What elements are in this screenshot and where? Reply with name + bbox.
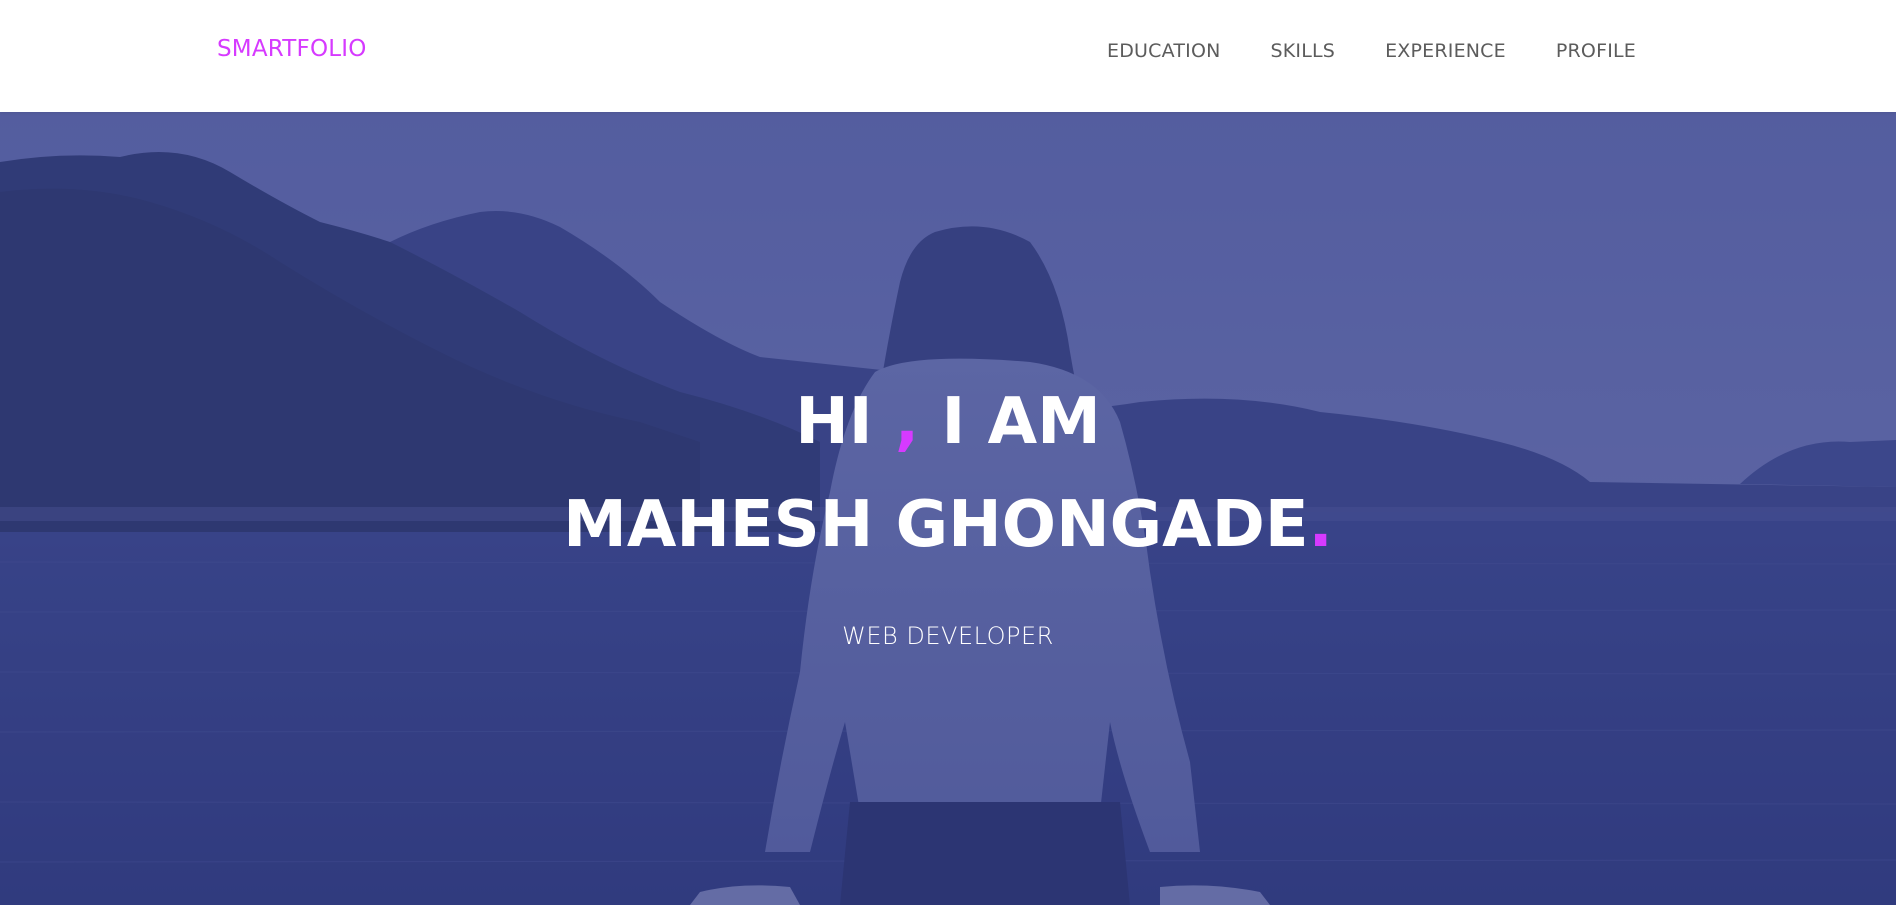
nav-link-experience[interactable]: EXPERIENCE bbox=[1385, 40, 1506, 62]
nav-link-profile[interactable]: PROFILE bbox=[1556, 40, 1636, 62]
brand-logo-link[interactable]: SMARTFOLIO bbox=[217, 36, 367, 62]
hero-name: MAHESH GHONGADE. bbox=[0, 493, 1896, 557]
nav-link-education[interactable]: EDUCATION bbox=[1107, 40, 1221, 62]
greeting-i-am: I AM bbox=[919, 385, 1101, 459]
hero-name-text: MAHESH GHONGADE bbox=[563, 488, 1309, 562]
hero-greeting: HI , I AM bbox=[0, 390, 1896, 454]
hero-role: WEB DEVELOPER bbox=[842, 622, 1054, 650]
hero-content: HI , I AM MAHESH GHONGADE. WEB DEVELOPER bbox=[0, 112, 1896, 905]
hero-section: HI , I AM MAHESH GHONGADE. WEB DEVELOPER bbox=[0, 112, 1896, 905]
nav-links: EDUCATION SKILLS EXPERIENCE PROFILE bbox=[1107, 40, 1636, 62]
greeting-comma: , bbox=[894, 385, 920, 459]
hero-name-dot: . bbox=[1308, 488, 1333, 562]
navbar: SMARTFOLIO EDUCATION SKILLS EXPERIENCE P… bbox=[0, 0, 1896, 112]
nav-link-skills[interactable]: SKILLS bbox=[1271, 40, 1336, 62]
greeting-hi: HI bbox=[795, 385, 895, 459]
